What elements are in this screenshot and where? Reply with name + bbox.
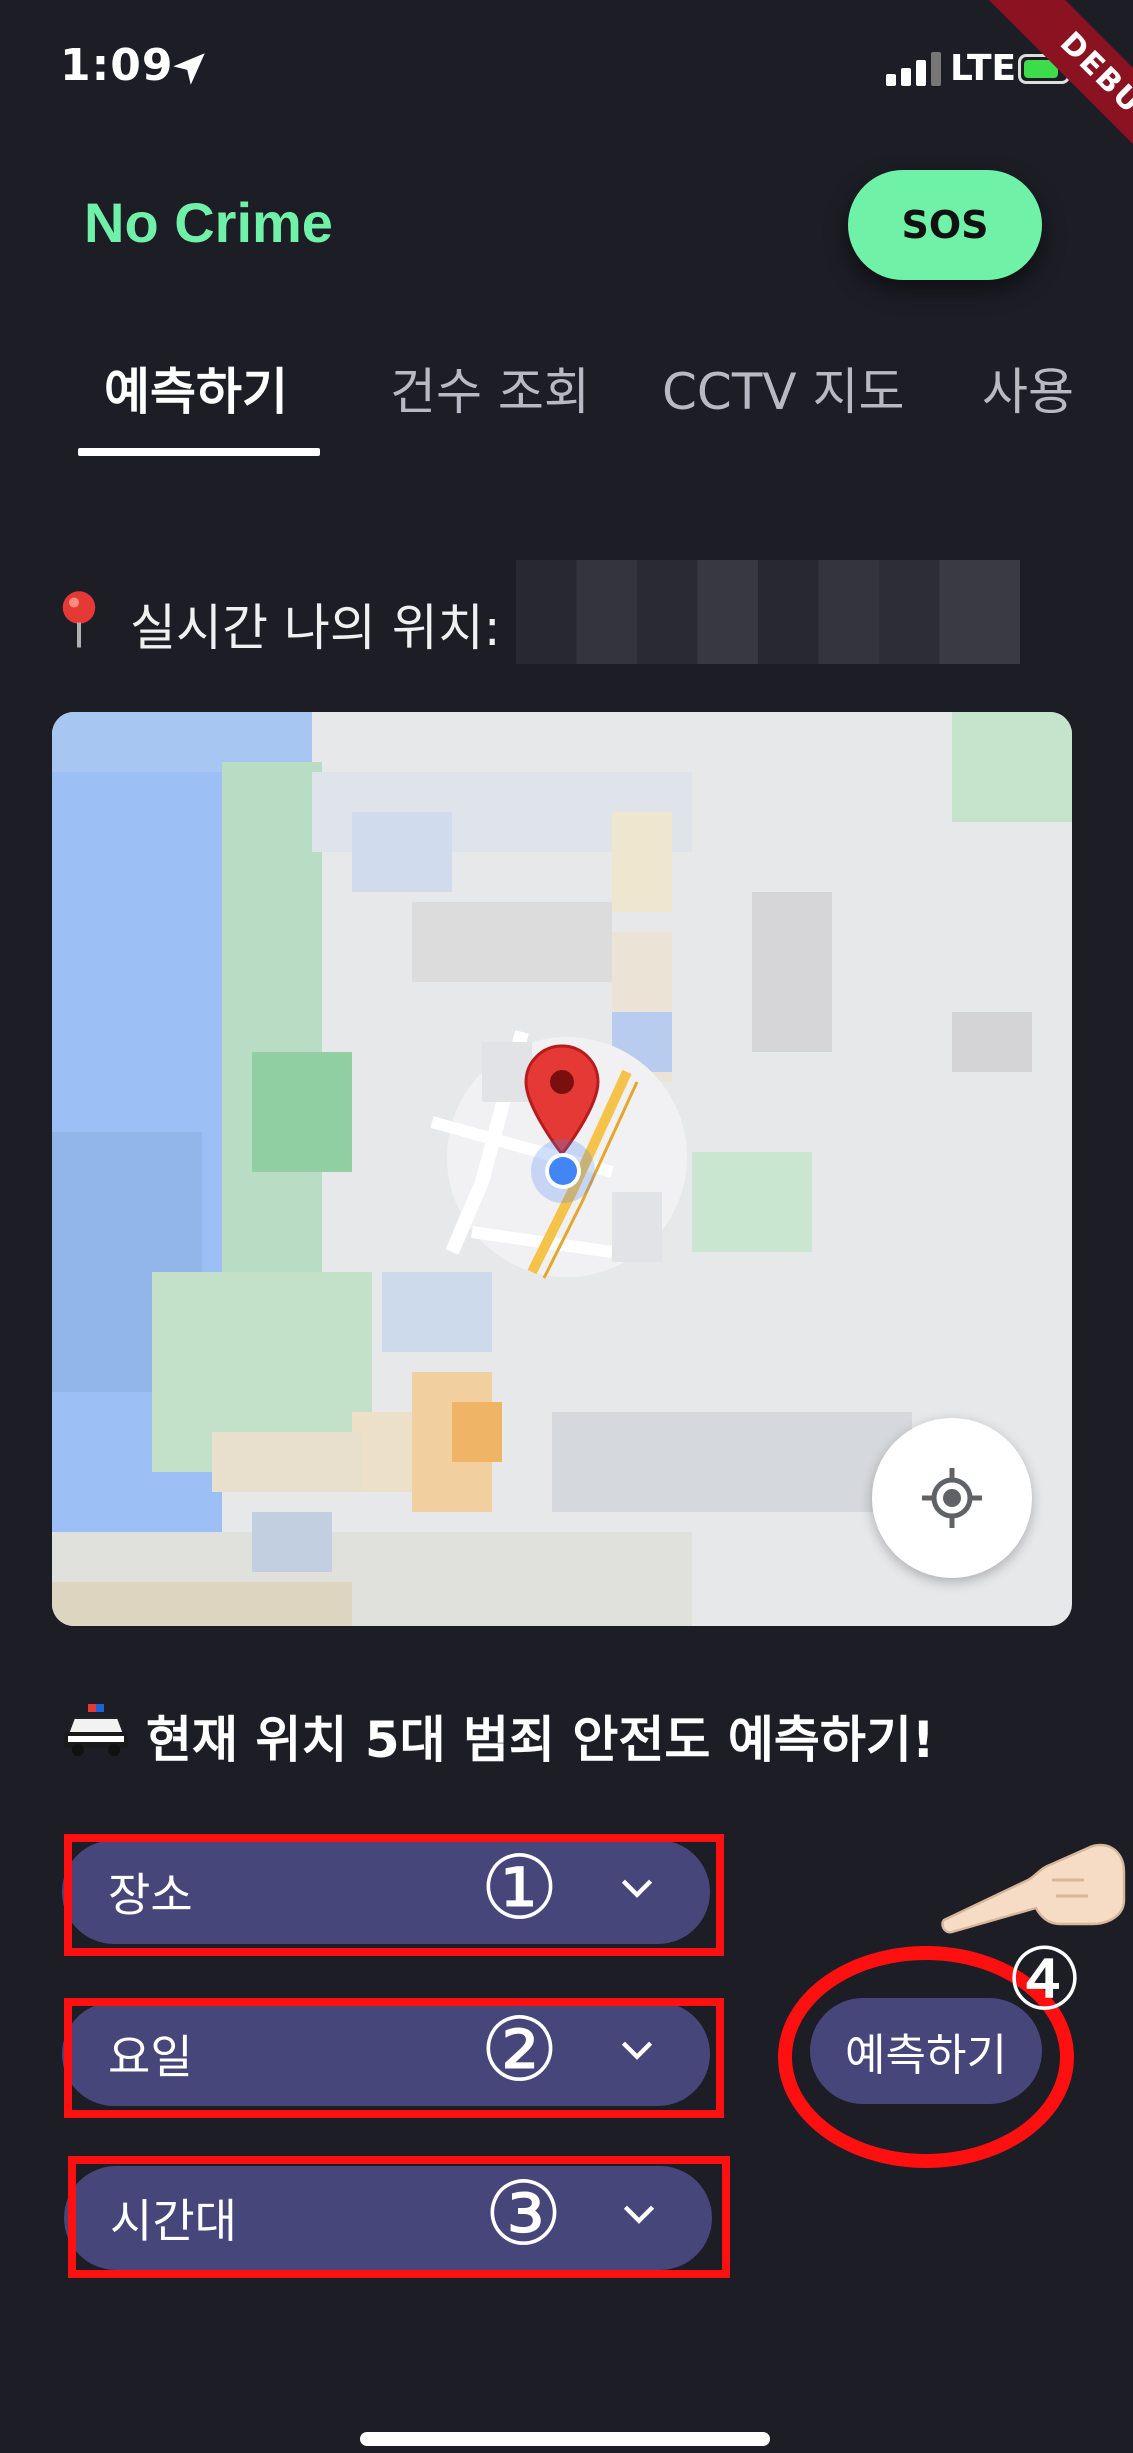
network-type: LTE xyxy=(950,48,1017,89)
location-label: 실시간 나의 위치: xyxy=(130,599,501,657)
sos-button[interactable]: SOS xyxy=(848,170,1042,280)
pushpin-icon xyxy=(62,591,96,648)
annotation-box-1 xyxy=(64,1834,724,1956)
crosshair-icon xyxy=(922,1468,982,1528)
prediction-heading: 현재 위치 5대 범죄 안전도 예측하기! xyxy=(146,1711,935,1769)
app-title: No Crime xyxy=(84,191,333,254)
active-tab-indicator xyxy=(78,448,320,456)
tab-predict[interactable]: 예측하기 xyxy=(104,352,288,424)
my-location-button[interactable] xyxy=(872,1418,1032,1578)
location-arrow-icon xyxy=(173,53,205,85)
tab-cctv-map[interactable]: CCTV 지도 xyxy=(662,352,904,424)
current-position-dot-icon xyxy=(531,1139,595,1203)
police-car-icon xyxy=(64,1704,128,1756)
step-4-marker: ④ xyxy=(1006,1930,1084,2030)
location-value-redacted xyxy=(516,560,1020,664)
annotation-box-3 xyxy=(68,2156,730,2278)
status-time: 1:09 xyxy=(60,40,174,91)
signal-icon xyxy=(886,52,941,86)
home-indicator xyxy=(360,2432,770,2446)
tab-count-lookup[interactable]: 건수 조회 xyxy=(390,352,590,424)
pointing-hand-icon xyxy=(941,1843,1126,1934)
annotation-box-2 xyxy=(64,1998,724,2118)
tab-usage[interactable]: 사용 xyxy=(982,352,1074,424)
